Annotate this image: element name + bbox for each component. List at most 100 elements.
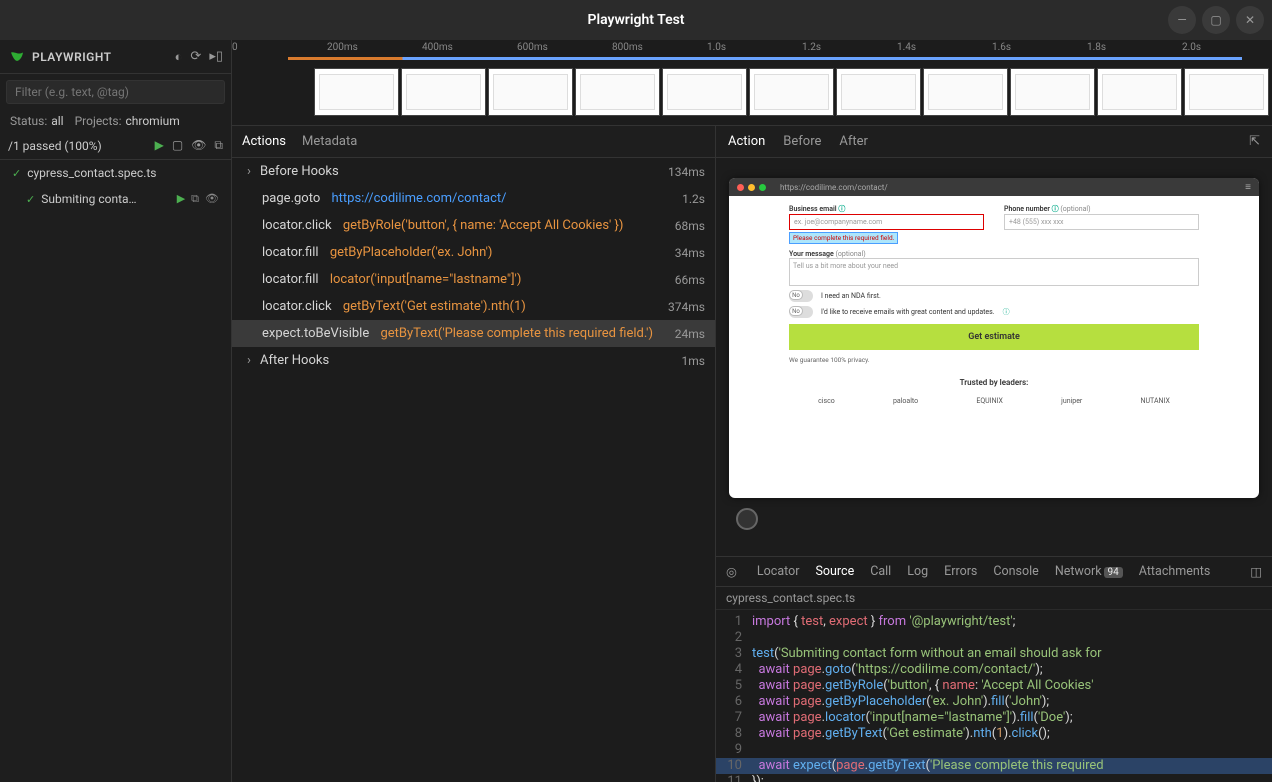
play-test-icon[interactable]: ▶ xyxy=(177,192,185,206)
timeline-thumbnail[interactable] xyxy=(488,68,573,116)
timeline-tick: 800ms xyxy=(612,42,643,53)
tab-before[interactable]: Before xyxy=(783,134,821,149)
tab-action[interactable]: Action xyxy=(728,134,765,149)
tab-attachments[interactable]: Attachments xyxy=(1139,564,1211,579)
split-view-icon[interactable]: ◫ xyxy=(1250,564,1262,580)
hook-row[interactable]: ›Before Hooks134ms xyxy=(232,158,715,185)
timeline-thumbnail[interactable] xyxy=(662,68,747,116)
code-line: 6 await page.getByPlaceholder('ex. John'… xyxy=(716,694,1272,710)
preview-url: https://codilime.com/contact/ xyxy=(780,183,888,192)
code-line: 3test('Submiting contact form without an… xyxy=(716,646,1272,662)
close-button[interactable]: ✕ xyxy=(1236,6,1264,34)
action-row[interactable]: locator.click getByText('Get estimate').… xyxy=(232,293,715,320)
tab-errors[interactable]: Errors xyxy=(944,564,977,579)
accessibility-icon xyxy=(736,508,758,530)
open-file-icon[interactable]: ⧉ xyxy=(191,192,199,206)
code-line: 7 await page.locator('input[name="lastna… xyxy=(716,710,1272,726)
trusted-heading: Trusted by leaders: xyxy=(789,378,1199,387)
stop-icon[interactable]: ▢ xyxy=(172,138,183,153)
test-file-item[interactable]: ✓ cypress_contact.spec.ts xyxy=(0,160,231,186)
play-all-icon[interactable]: ▶ xyxy=(155,138,164,153)
timeline-thumbnail[interactable] xyxy=(1010,68,1095,116)
timeline-tick: 2.0s xyxy=(1182,42,1201,53)
tab-metadata[interactable]: Metadata xyxy=(302,134,357,149)
playwright-logo-icon xyxy=(8,48,26,66)
tab-console[interactable]: Console xyxy=(993,564,1038,579)
status-row: Status:all Projects:chromium xyxy=(0,110,231,132)
sidebar: PLAYWRIGHT ◐ ⟳ ▸▯ Status:all Projects:ch… xyxy=(0,40,232,782)
code-line: 4 await page.goto('https://codilime.com/… xyxy=(716,662,1272,678)
hook-row[interactable]: ›After Hooks1ms xyxy=(232,347,715,374)
timeline-tick: 1.6s xyxy=(992,42,1011,53)
tab-log[interactable]: Log xyxy=(907,564,928,579)
minimize-button[interactable]: — xyxy=(1168,6,1196,34)
partner-logo: cisco xyxy=(818,397,835,405)
timeline-tick: 1.2s xyxy=(802,42,821,53)
partner-logo: EQUINIX xyxy=(976,397,1003,405)
timeline[interactable]: 0200ms400ms600ms800ms1.0s1.2s1.4s1.6s1.8… xyxy=(232,40,1272,126)
filter-input[interactable] xyxy=(6,80,225,104)
action-row[interactable]: locator.fill getByPlaceholder('ex. John'… xyxy=(232,239,715,266)
emails-toggle: No xyxy=(789,306,813,318)
action-row[interactable]: expect.toBeVisible getByText('Please com… xyxy=(232,320,715,347)
test-case-item[interactable]: ✓ Submiting conta… ▶ ⧉ 👁 xyxy=(0,186,231,212)
timeline-thumbnail[interactable] xyxy=(1097,68,1182,116)
window-title: Playwright Test xyxy=(587,12,684,28)
timeline-thumbnail[interactable] xyxy=(1184,68,1269,116)
timeline-tick: 1.0s xyxy=(707,42,726,53)
email-input: ex. joe@companyname.com xyxy=(789,214,984,230)
timeline-thumbnail[interactable] xyxy=(836,68,921,116)
tab-source[interactable]: Source xyxy=(815,564,854,579)
action-row[interactable]: locator.click getByRole('button', { name… xyxy=(232,212,715,239)
email-label: Business email ⓘ xyxy=(789,204,984,214)
timeline-thumbnail[interactable] xyxy=(401,68,486,116)
chevron-right-icon[interactable]: › xyxy=(242,353,256,368)
message-textarea: Tell us a bit more about your need xyxy=(789,258,1199,286)
action-row[interactable]: page.goto https://codilime.com/contact/1… xyxy=(232,185,715,212)
get-estimate-button: Get estimate xyxy=(789,324,1199,350)
sidebar-title: PLAYWRIGHT xyxy=(32,50,112,64)
pass-summary: /1 passed (100%) xyxy=(8,139,102,153)
tab-after[interactable]: After xyxy=(839,134,868,149)
theme-toggle-icon[interactable]: ◐ xyxy=(175,49,183,65)
tab-locator[interactable]: Locator xyxy=(757,564,800,579)
reload-icon[interactable]: ⟳ xyxy=(190,49,201,65)
guarantee-text: We guarantee 100% privacy. xyxy=(789,356,1199,364)
actions-list: ›Before Hooks134mspage.goto https://codi… xyxy=(232,158,715,782)
timeline-thumbnail[interactable] xyxy=(314,68,399,116)
target-icon[interactable]: ◎ xyxy=(726,564,737,580)
timeline-thumbnail[interactable] xyxy=(923,68,1008,116)
watch-test-icon[interactable]: 👁 xyxy=(205,192,219,206)
phone-input: +48 (555) xxx xxx xyxy=(1004,214,1199,230)
message-label: Your message (optional) xyxy=(789,250,1199,258)
source-code: 1import { test, expect } from '@playwrig… xyxy=(716,610,1272,782)
timeline-progress-bar xyxy=(288,57,1242,60)
maximize-button[interactable]: ▢ xyxy=(1202,6,1230,34)
traffic-green-icon xyxy=(759,184,766,191)
code-line: 10 await expect(page.getByText('Please c… xyxy=(716,758,1272,774)
partner-logo: paloalto xyxy=(893,397,918,405)
nda-toggle: No xyxy=(789,290,813,302)
tab-network[interactable]: Network94 xyxy=(1055,564,1123,579)
action-row[interactable]: locator.fill locator('input[name="lastna… xyxy=(232,266,715,293)
window-title-bar: Playwright Test — ▢ ✕ xyxy=(0,0,1272,40)
tab-call[interactable]: Call xyxy=(870,564,891,579)
code-line: 5 await page.getByRole('button', { name:… xyxy=(716,678,1272,694)
partner-logo: NUTANIX xyxy=(1141,397,1170,405)
timeline-tick: 1.4s xyxy=(897,42,916,53)
traffic-yellow-icon xyxy=(748,184,755,191)
partner-logo: juniper xyxy=(1061,397,1082,405)
browser-preview: https://codilime.com/contact/ ≡ Business… xyxy=(729,178,1259,498)
code-line: 8 await page.getByText('Get estimate').n… xyxy=(716,726,1272,742)
terminal-icon[interactable]: ▸▯ xyxy=(209,49,223,65)
watch-icon[interactable]: 👁 xyxy=(191,138,206,153)
popout-icon[interactable]: ⇱ xyxy=(1249,134,1260,149)
timeline-thumbnail[interactable] xyxy=(749,68,834,116)
tab-actions[interactable]: Actions xyxy=(242,134,286,149)
source-filename: cypress_contact.spec.ts xyxy=(716,587,1272,610)
collapse-icon[interactable]: ⧉ xyxy=(214,138,223,153)
code-line: 2 xyxy=(716,630,1272,646)
chevron-right-icon[interactable]: › xyxy=(242,164,256,179)
timeline-thumbnail[interactable] xyxy=(575,68,660,116)
timeline-tick: 200ms xyxy=(327,42,358,53)
